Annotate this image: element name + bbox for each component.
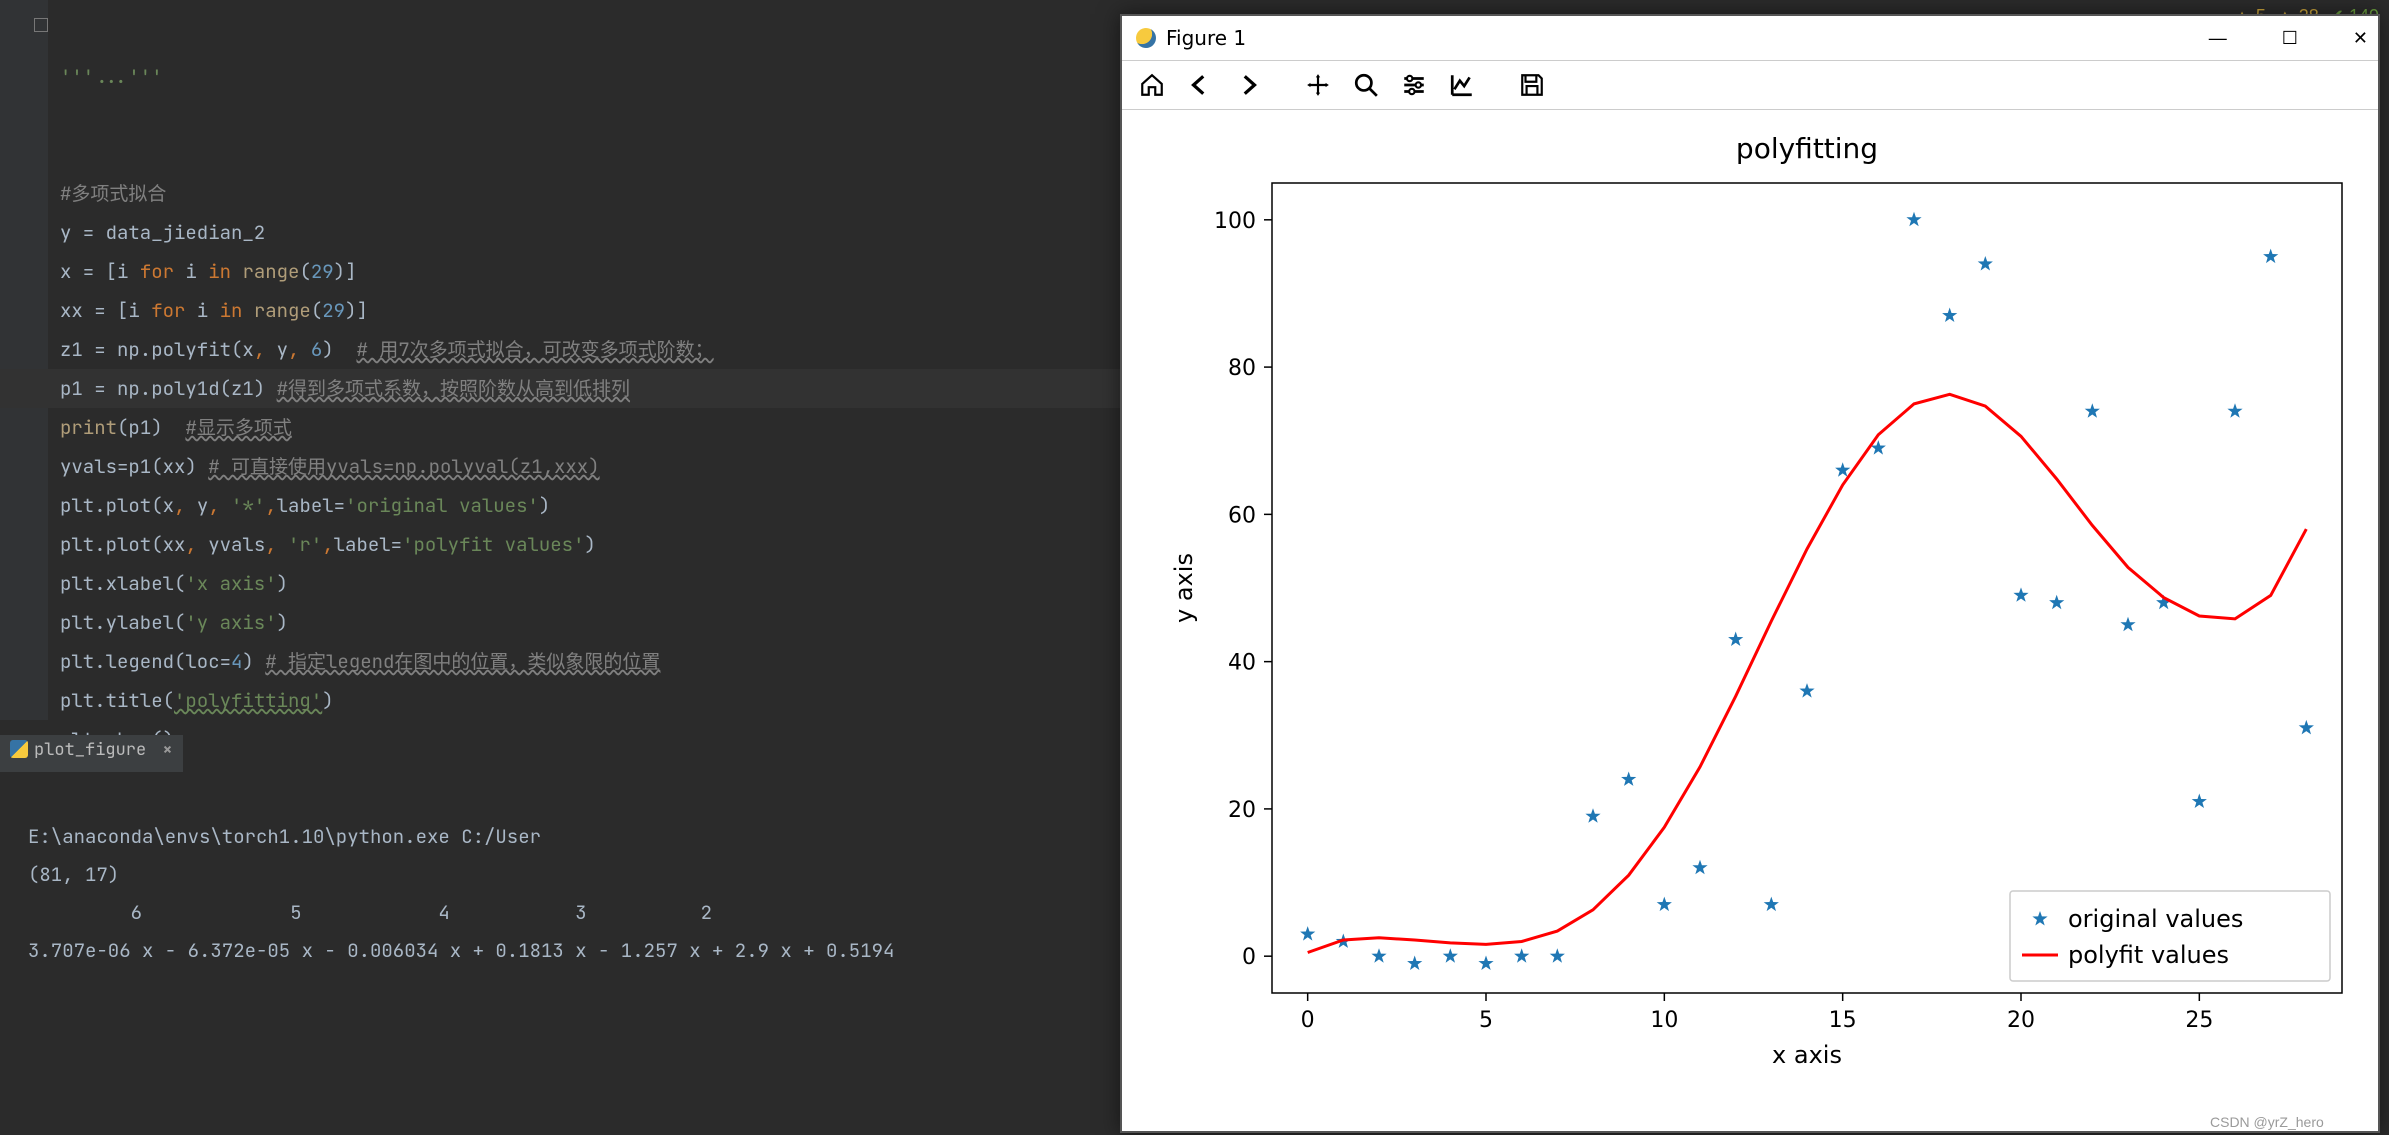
app-icon bbox=[1136, 28, 1156, 48]
minimize-icon[interactable]: — bbox=[2209, 28, 2227, 48]
svg-text:25: 25 bbox=[2185, 1008, 2213, 1033]
run-tab[interactable]: plot_figure × bbox=[0, 735, 183, 777]
svg-text:20: 20 bbox=[1228, 798, 1256, 823]
docstring: '''...''' bbox=[60, 64, 163, 89]
pan-icon[interactable] bbox=[1300, 67, 1336, 103]
maximize-icon[interactable]: ☐ bbox=[2282, 28, 2298, 48]
python-icon bbox=[10, 740, 28, 758]
svg-text:polyfitting: polyfitting bbox=[1736, 132, 1878, 165]
gutter bbox=[0, 0, 48, 720]
close-icon[interactable]: ✕ bbox=[2353, 28, 2368, 48]
forward-icon[interactable] bbox=[1230, 67, 1266, 103]
console-line: 6 5 4 3 2 bbox=[28, 900, 712, 925]
back-icon[interactable] bbox=[1182, 67, 1218, 103]
svg-text:40: 40 bbox=[1228, 651, 1256, 676]
watermark: CSDN @yrZ_hero bbox=[2210, 1114, 2324, 1130]
svg-text:y axis: y axis bbox=[1170, 553, 1198, 623]
save-icon[interactable] bbox=[1514, 67, 1550, 103]
fold-box[interactable] bbox=[34, 18, 48, 32]
home-icon[interactable] bbox=[1134, 67, 1170, 103]
close-icon[interactable]: × bbox=[162, 739, 172, 761]
code-block[interactable]: '''...''' #多项式拟合 y = data_jiedian_2 x = … bbox=[60, 18, 714, 759]
svg-text:original values: original values bbox=[2068, 905, 2243, 933]
figure-window[interactable]: Figure 1 — ☐ ✕ polyfitting x axis y axis 0 5… bbox=[1120, 14, 2380, 1133]
svg-text:80: 80 bbox=[1228, 356, 1256, 381]
svg-text:5: 5 bbox=[1479, 1008, 1493, 1033]
svg-text:0: 0 bbox=[1301, 1008, 1315, 1033]
console-line: 3.707e-06 x - 6.372e-05 x - 0.006034 x +… bbox=[28, 938, 894, 963]
svg-text:0: 0 bbox=[1242, 945, 1256, 970]
comment: #多项式拟合 bbox=[60, 181, 166, 206]
axis-edit-icon[interactable] bbox=[1444, 67, 1480, 103]
titlebar[interactable]: Figure 1 — ☐ ✕ bbox=[1122, 16, 2378, 61]
svg-text:20: 20 bbox=[2007, 1008, 2035, 1033]
console-line: (81, 17) bbox=[28, 862, 119, 887]
svg-text:x axis: x axis bbox=[1772, 1041, 1842, 1069]
svg-text:100: 100 bbox=[1214, 209, 1256, 234]
mpl-toolbar bbox=[1122, 61, 2378, 110]
console-line: E:\anaconda\envs\torch1.10\python.exe C:… bbox=[28, 824, 541, 849]
svg-text:60: 60 bbox=[1228, 503, 1256, 528]
svg-text:10: 10 bbox=[1650, 1008, 1678, 1033]
window-title: Figure 1 bbox=[1166, 26, 1246, 50]
svg-text:15: 15 bbox=[1829, 1008, 1857, 1033]
zoom-icon[interactable] bbox=[1348, 67, 1384, 103]
svg-text:polyfit values: polyfit values bbox=[2068, 941, 2229, 969]
chart: polyfitting x axis y axis 0 5 10 15 20 25 0 20 40 60… bbox=[1122, 110, 2378, 1131]
configure-icon[interactable] bbox=[1396, 67, 1432, 103]
